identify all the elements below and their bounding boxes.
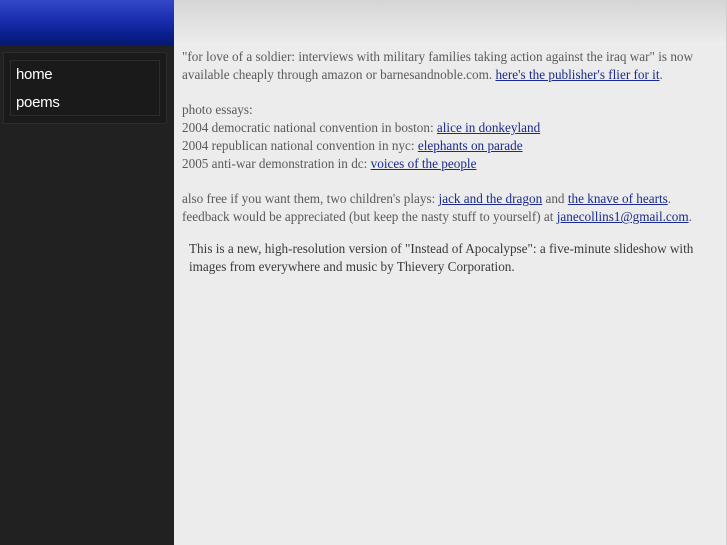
publisher-flier-link[interactable]: here's the publisher's flier for it <box>495 67 659 82</box>
feedback-period: . <box>688 209 692 225</box>
photo-essay-label: 2005 anti-war demonstration in dc: <box>182 155 371 171</box>
email-link[interactable]: janecollins1@gmail.com <box>557 209 689 224</box>
main-content: "for love of a soldier: interviews with … <box>174 0 727 545</box>
content-header-bar <box>174 0 727 46</box>
nav-home-link[interactable]: home <box>16 66 53 83</box>
photo-essay-label: 2004 democratic national convention in b… <box>182 120 437 136</box>
sidebar: home poems <box>0 0 174 545</box>
book-paragraph: "for love of a soldier: interviews with … <box>182 48 722 84</box>
book-period: . <box>659 66 663 82</box>
feedback-text: feedback would be appreciated (but keep … <box>182 209 557 225</box>
photo-essays-heading: photo essays: <box>182 102 253 118</box>
content-text: "for love of a soldier: interviews with … <box>182 48 722 226</box>
jack-and-the-dragon-link[interactable]: jack and the dragon <box>439 191 543 206</box>
site-banner <box>0 0 174 46</box>
photo-essay-item: 2004 democratic national convention in b… <box>182 119 722 137</box>
plays-period: . <box>667 191 672 207</box>
photo-essay-label: 2004 republican national convention in n… <box>182 137 418 153</box>
voices-of-the-people-link[interactable]: voices of the people <box>371 156 477 171</box>
plays-line: also free if you want them, two children… <box>182 190 722 208</box>
feedback-line: feedback would be appreciated (but keep … <box>182 208 722 226</box>
video-description: This is a new, high-resolution version o… <box>189 241 694 274</box>
plays-text: also free if you want them, two children… <box>182 191 439 207</box>
nav-menu: home poems <box>3 52 167 124</box>
photo-essay-item: 2004 republican national convention in n… <box>182 137 722 155</box>
alice-in-donkeyland-link[interactable]: alice in donkeyland <box>437 120 540 135</box>
plays-and: and <box>542 191 568 207</box>
photo-essay-item: 2005 anti-war demonstration in dc: voice… <box>182 155 722 173</box>
elephants-on-parade-link[interactable]: elephants on parade <box>418 138 523 153</box>
nav-poems-link[interactable]: poems <box>16 94 60 111</box>
knave-of-hearts-link[interactable]: the knave of hearts <box>568 191 668 206</box>
